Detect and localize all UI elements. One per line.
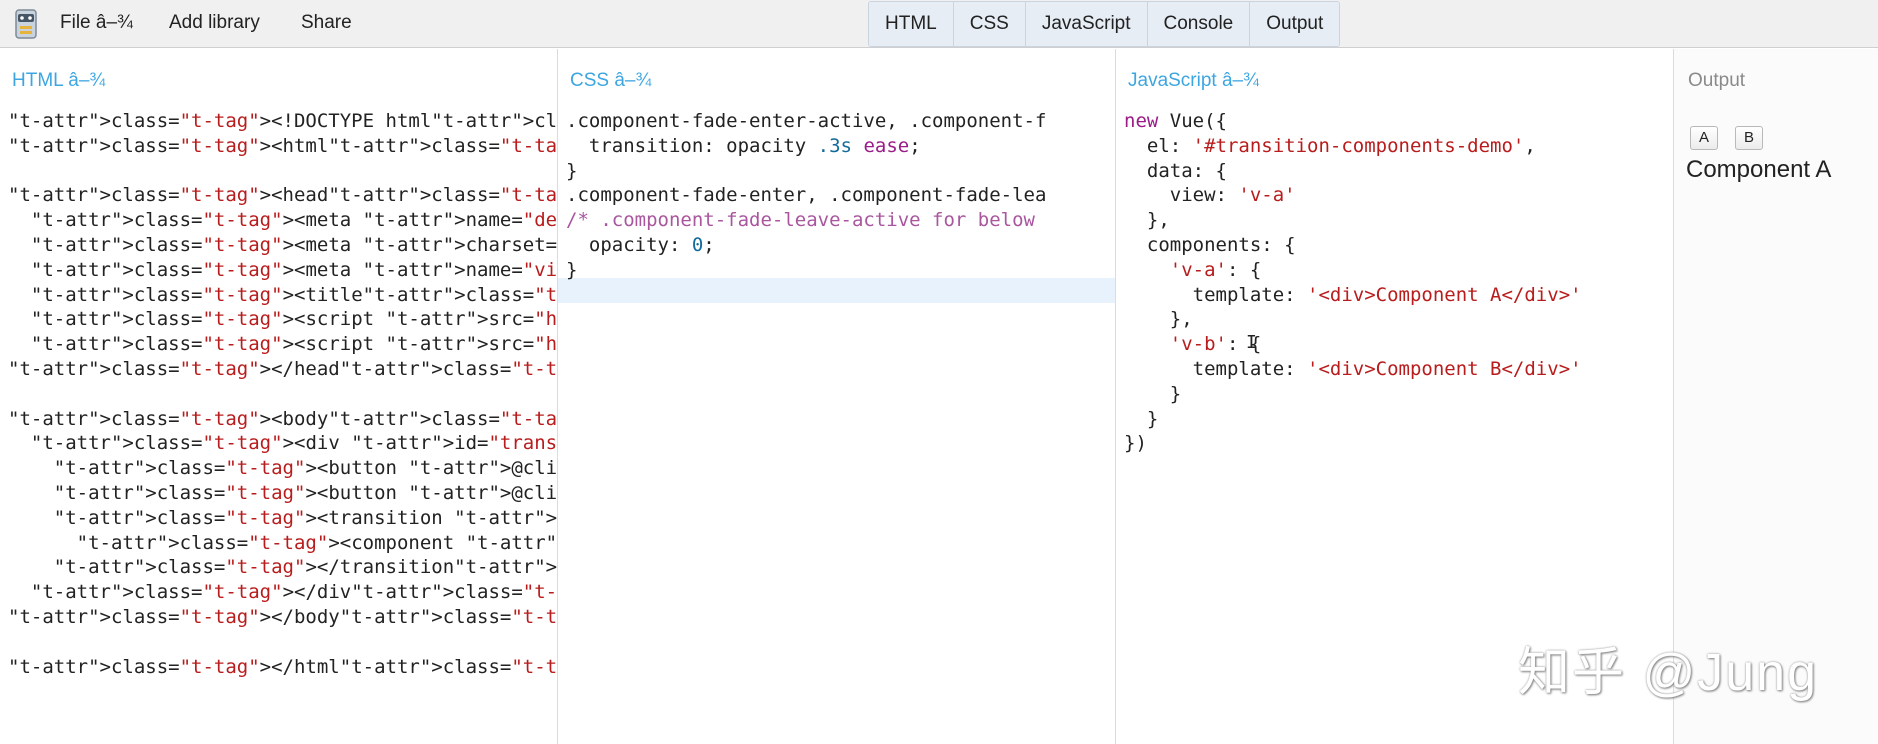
html-code-line[interactable]: "t-attr">class="t-tag"><transition "t-at… xyxy=(8,506,557,531)
css-code-line[interactable]: opacity: 0; xyxy=(566,233,1046,258)
html-code-line[interactable]: "t-attr">class="t-tag"><script "t-attr">… xyxy=(8,307,557,332)
text-cursor-icon: I xyxy=(1246,332,1257,353)
js-code-line[interactable]: new Vue({ xyxy=(1124,109,1582,134)
tab-css[interactable]: CSS xyxy=(953,2,1026,46)
html-code-line[interactable]: "t-attr">class="t-tag"></html"t-attr">cl… xyxy=(8,655,557,680)
panel-tabs: HTML CSS JavaScript Console Output xyxy=(868,1,1341,47)
html-code-line[interactable]: "t-attr">class="t-tag"><div "t-attr">id=… xyxy=(8,431,557,456)
js-code-line[interactable]: template: '<div>Component A</div>' xyxy=(1124,283,1582,308)
tab-output[interactable]: Output xyxy=(1250,2,1340,46)
js-code-editor[interactable]: new Vue({ el: '#transition-components-de… xyxy=(1124,109,1582,456)
js-code-line[interactable]: 'v-b': { xyxy=(1124,332,1582,357)
html-code-line[interactable]: "t-attr">class="t-tag"></body"t-attr">cl… xyxy=(8,605,557,630)
html-code-editor[interactable]: "t-attr">class="t-tag"><!DOCTYPE html"t-… xyxy=(8,109,557,680)
share-menu[interactable]: Share xyxy=(301,12,352,34)
css-code-line[interactable]: transition: opacity .3s ease; xyxy=(566,134,1046,159)
top-toolbar: File â–¾ Add library Share HTML CSS Java… xyxy=(0,0,1878,48)
js-code-line[interactable]: } xyxy=(1124,407,1582,432)
js-code-line[interactable]: el: '#transition-components-demo', xyxy=(1124,134,1582,159)
js-code-line[interactable]: view: 'v-a' xyxy=(1124,183,1582,208)
js-code-line[interactable]: }, xyxy=(1124,208,1582,233)
html-code-line[interactable]: "t-attr">class="t-tag"><!DOCTYPE html"t-… xyxy=(8,109,557,134)
html-code-line[interactable]: "t-attr">class="t-tag"><html"t-attr">cla… xyxy=(8,134,557,159)
html-code-line[interactable] xyxy=(8,159,557,184)
output-button-b[interactable]: B xyxy=(1735,126,1763,150)
js-code-line[interactable]: data: { xyxy=(1124,159,1582,184)
css-code-line[interactable]: } xyxy=(566,258,1046,283)
html-panel-title[interactable]: HTML â–¾ xyxy=(12,70,105,92)
output-panel-title: Output xyxy=(1688,70,1746,91)
file-menu[interactable]: File â–¾ xyxy=(60,12,133,34)
jsbin-logo-icon[interactable] xyxy=(12,6,40,42)
html-code-line[interactable]: "t-attr">class="t-tag"><button "t-attr">… xyxy=(8,456,557,481)
html-code-line[interactable]: "t-attr">class="t-tag"><script "t-attr">… xyxy=(8,332,557,357)
js-code-line[interactable]: components: { xyxy=(1124,233,1582,258)
js-code-line[interactable]: } xyxy=(1124,382,1582,407)
tab-javascript[interactable]: JavaScript xyxy=(1025,2,1148,46)
html-code-line[interactable]: "t-attr">class="t-tag"><body"t-attr">cla… xyxy=(8,407,557,432)
html-code-line[interactable]: "t-attr">class="t-tag"></div"t-attr">cla… xyxy=(8,580,557,605)
js-panel-title[interactable]: JavaScript â–¾ xyxy=(1128,70,1259,92)
html-code-line[interactable]: "t-attr">class="t-tag"><meta "t-attr">na… xyxy=(8,258,557,283)
html-code-line[interactable]: "t-attr">class="t-tag"><component "t-att… xyxy=(8,531,557,556)
tab-html[interactable]: HTML xyxy=(869,2,954,46)
html-code-line[interactable] xyxy=(8,382,557,407)
css-code-line[interactable]: .component-fade-enter, .component-fade-l… xyxy=(566,183,1046,208)
html-code-line[interactable]: "t-attr">class="t-tag"><title"t-attr">cl… xyxy=(8,283,557,308)
js-code-line[interactable]: template: '<div>Component B</div>' xyxy=(1124,357,1582,382)
css-code-editor[interactable]: .component-fade-enter-active, .component… xyxy=(566,109,1046,283)
js-code-line[interactable]: }, xyxy=(1124,307,1582,332)
html-code-line[interactable]: "t-attr">class="t-tag"><meta "t-attr">ch… xyxy=(8,233,557,258)
js-code-line[interactable]: }) xyxy=(1124,431,1582,456)
js-code-line[interactable]: 'v-a': { xyxy=(1124,258,1582,283)
add-library-menu[interactable]: Add library xyxy=(169,12,260,34)
output-button-a[interactable]: A xyxy=(1690,126,1718,150)
css-code-line[interactable]: } xyxy=(566,159,1046,184)
html-code-line[interactable]: "t-attr">class="t-tag"><head"t-attr">cla… xyxy=(8,183,557,208)
tab-console[interactable]: Console xyxy=(1147,2,1251,46)
html-code-line[interactable]: "t-attr">class="t-tag"><meta "t-attr">na… xyxy=(8,208,557,233)
css-panel-title[interactable]: CSS â–¾ xyxy=(570,70,651,92)
html-panel: HTML â–¾ "t-attr">class="t-tag"><!DOCTYP… xyxy=(0,49,558,744)
jsbin-app: File â–¾ Add library Share HTML CSS Java… xyxy=(0,0,1878,744)
output-component: Component A xyxy=(1686,156,1832,183)
html-code-line[interactable]: "t-attr">class="t-tag"></transition"t-at… xyxy=(8,555,557,580)
css-code-line[interactable]: .component-fade-enter-active, .component… xyxy=(566,109,1046,134)
watermark: 知乎 @Jung xyxy=(1518,644,1818,702)
css-panel: CSS â–¾ .component-fade-enter-active, .c… xyxy=(558,49,1116,744)
css-code-line[interactable]: /* .component-fade-leave-active for belo… xyxy=(566,208,1046,233)
html-code-line[interactable]: "t-attr">class="t-tag"></head"t-attr">cl… xyxy=(8,357,557,382)
html-code-line[interactable] xyxy=(8,630,557,655)
html-code-line[interactable]: "t-attr">class="t-tag"><button "t-attr">… xyxy=(8,481,557,506)
